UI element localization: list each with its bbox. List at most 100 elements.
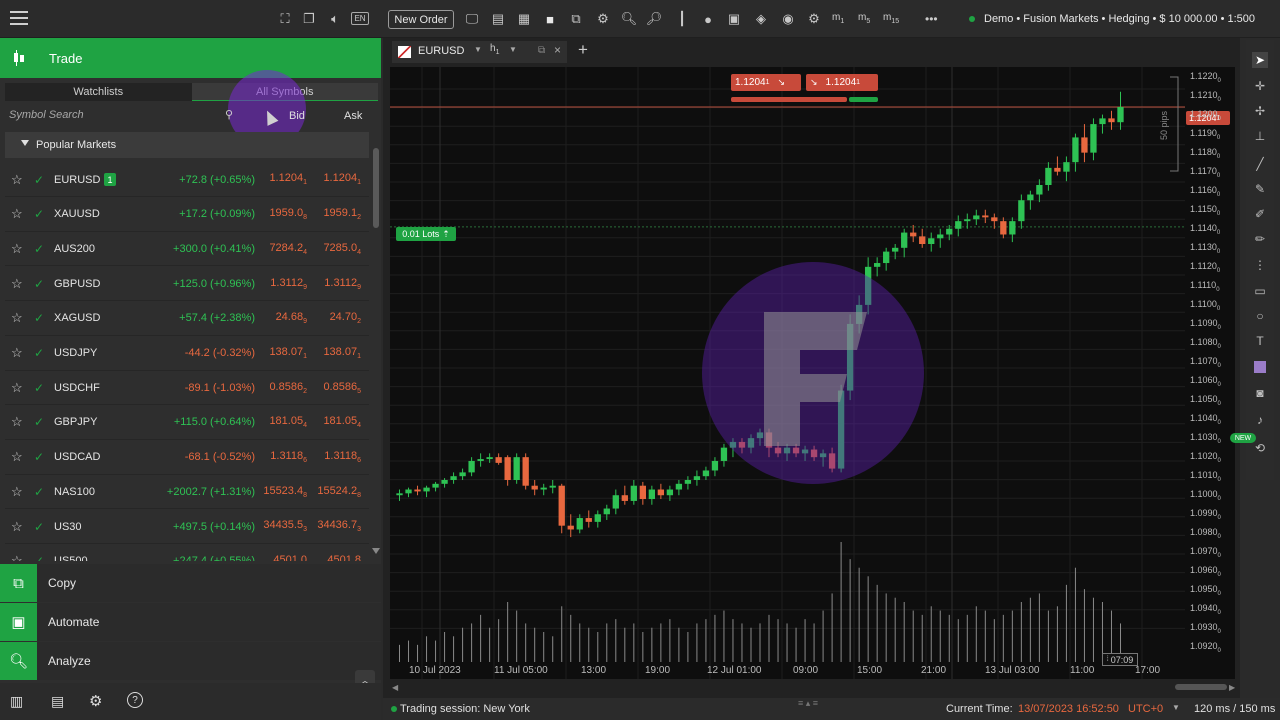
symbol-row[interactable]: ☆ ✓ XAGUSD +57.4 (+2.38%) 24.689 24.702 — [5, 302, 369, 336]
resize-handle-icon[interactable]: ≡ ▴ ≡ — [798, 698, 818, 709]
chart-scroll-right-icon[interactable]: ▶ — [1229, 683, 1235, 692]
copy-nav[interactable]: ⧉ Copy — [0, 564, 381, 602]
lots-label[interactable]: 0.01 Lots ⇡ — [396, 227, 456, 241]
chart-timeframe[interactable]: h1 — [490, 43, 499, 56]
favorite-star-icon[interactable]: ☆ — [11, 206, 23, 222]
favorite-star-icon[interactable]: ☆ — [11, 310, 23, 326]
search-icon[interactable]: ⚲ — [225, 108, 233, 121]
bid-price[interactable]: 1959.08 — [269, 207, 307, 221]
symbol-row[interactable]: ☆ ✓ GBPUSD +125.0 (+0.96%) 1.31129 1.31129 — [5, 267, 369, 302]
text-icon[interactable]: T — [1252, 333, 1268, 349]
zoom-in-icon[interactable]: 🔍︎ — [620, 10, 638, 28]
brush-icon[interactable]: ✎ — [1252, 181, 1268, 197]
automate-nav[interactable]: ▣ Automate — [0, 603, 381, 641]
circle-icon[interactable]: ○ — [1252, 308, 1268, 324]
ask-column-header[interactable]: Ask — [344, 110, 362, 122]
add-chart-tab-button[interactable]: + — [578, 40, 588, 60]
symbol-row[interactable]: ☆ ✓ GBPJPY +115.0 (+0.64%) 181.054 181.054 — [5, 406, 369, 440]
favorite-star-icon[interactable]: ☆ — [11, 449, 23, 465]
ask-price[interactable]: 1.12041 — [323, 172, 361, 186]
indicator-settings-icon[interactable]: ⚙︎ — [805, 10, 823, 28]
single-chart-icon[interactable]: ■ — [541, 10, 559, 28]
timeframe-m15[interactable]: m15 — [883, 12, 899, 25]
favorite-star-icon[interactable]: ☆ — [11, 172, 23, 188]
alert-bell-icon[interactable]: ♪ — [1252, 412, 1268, 428]
fullscreen-icon[interactable]: ⛶ — [276, 10, 294, 28]
symbol-list-scrollbar[interactable] — [373, 148, 379, 228]
favorite-star-icon[interactable]: ☆ — [11, 241, 23, 257]
chart-monitor-icon[interactable]: 🖵︎ — [463, 10, 481, 28]
symbol-row[interactable]: ☆ ✓ AUS200 +300.0 (+0.41%) 7284.24 7285.04 — [5, 232, 369, 267]
help-icon[interactable]: ? — [127, 692, 143, 708]
favorite-star-icon[interactable]: ☆ — [11, 414, 23, 430]
trend-line-icon[interactable]: ╱ — [1252, 156, 1268, 172]
symbol-row[interactable]: ☆ ✓ XAUUSD +17.2 (+0.09%) 1959.08 1959.12 — [5, 198, 369, 232]
symbol-dropdown-icon[interactable]: ▼ — [474, 45, 482, 54]
crosshair-icon[interactable]: ✛ — [1252, 78, 1268, 94]
candles-icon[interactable]: ┃ — [673, 10, 691, 28]
favorite-star-icon[interactable]: ☆ — [11, 276, 23, 292]
favorite-star-icon[interactable]: ☆ — [11, 553, 23, 561]
timeframe-m1[interactable]: m1 — [832, 12, 844, 25]
popular-markets-section[interactable]: Popular Markets — [5, 132, 369, 158]
window-icon[interactable]: ❐ — [300, 10, 318, 28]
symbol-row[interactable]: ☆ ✓ EURUSD 1 +72.8 (+0.65%) 1.12041 1.12041 — [5, 163, 369, 197]
bid-price[interactable]: 7284.24 — [269, 242, 307, 256]
wallet-icon[interactable]: ▤ — [51, 693, 64, 710]
bid-price[interactable]: 138.071 — [269, 346, 307, 360]
buy-button[interactable]: ↘ 1.1204 1 — [806, 74, 878, 91]
sell-button[interactable]: 1.1204 1 ↘ — [731, 74, 801, 91]
hamburger-menu-icon[interactable] — [10, 11, 28, 25]
favorite-star-icon[interactable]: ☆ — [11, 484, 23, 500]
trading-session[interactable]: Trading session: New York — [400, 703, 530, 715]
timezone-dropdown-icon[interactable]: ▼ — [1172, 703, 1180, 712]
detach-tab-icon[interactable]: ⧉ — [538, 45, 545, 56]
bid-price[interactable]: 181.054 — [269, 415, 307, 429]
ask-price[interactable]: 15524.28 — [317, 485, 361, 499]
ask-price[interactable]: 7285.04 — [323, 242, 361, 256]
symbol-search-input[interactable]: Symbol Search ⚲ — [5, 106, 243, 126]
scroll-down-arrow-icon[interactable] — [372, 548, 380, 554]
multi-chart-icon[interactable]: ▦ — [515, 10, 533, 28]
pattern-icon[interactable]: ✐ — [1252, 206, 1268, 222]
ask-price[interactable]: 4501.8 — [327, 554, 361, 561]
chart-tab[interactable]: EURUSD ▼ h1 ▼ ⧉ × — [392, 41, 567, 63]
symbol-row[interactable]: ☆ ✓ NAS100 +2002.7 (+1.31%) 15523.48 15524.28 — [5, 475, 369, 510]
trade-header[interactable]: Trade — [0, 38, 381, 78]
ask-price[interactable]: 1.31129 — [324, 277, 361, 291]
more-options-button[interactable]: ••• — [925, 12, 938, 26]
ask-price[interactable]: 34436.73 — [317, 519, 361, 533]
bid-column-header[interactable]: Bid — [289, 110, 305, 122]
language-button[interactable]: EN — [351, 12, 369, 25]
chart-settings-icon[interactable]: ⚙︎ — [594, 10, 612, 28]
tab-watchlists[interactable]: Watchlists — [5, 83, 192, 101]
bid-price[interactable]: 15523.48 — [263, 485, 307, 499]
channel-icon[interactable]: ⋮ — [1252, 257, 1268, 273]
chart-scrollbar[interactable] — [1175, 684, 1227, 690]
bid-price[interactable]: 1.31186 — [270, 450, 307, 464]
layout-icon[interactable]: ▤ — [489, 10, 507, 28]
fibonacci-icon[interactable]: ⊥ — [1252, 128, 1268, 144]
layers-icon[interactable]: ◈ — [752, 10, 770, 28]
rectangle-icon[interactable]: ▭ — [1252, 283, 1268, 299]
bid-price[interactable]: 1.12041 — [269, 172, 307, 186]
bid-price[interactable]: 1.31129 — [270, 277, 307, 291]
ask-price[interactable]: 181.054 — [323, 415, 361, 429]
store-icon[interactable]: ▥ — [10, 693, 23, 710]
ask-price[interactable]: 1.31186 — [324, 450, 361, 464]
camera-icon[interactable]: ◙ — [1252, 385, 1268, 401]
account-selector[interactable]: Demo • Fusion Markets • Hedging • $ 10 0… — [984, 13, 1255, 25]
timeframe-m5[interactable]: m5 — [858, 12, 870, 25]
color-swatch-icon[interactable] — [1252, 359, 1268, 375]
symbol-row[interactable]: ☆ ✓ US30 +497.5 (+0.14%) 34435.53 34436.73 — [5, 510, 369, 544]
eye-icon[interactable]: ◉ — [779, 10, 797, 28]
chart-scroll-left-icon[interactable]: ◀ — [392, 683, 398, 692]
ask-price[interactable]: 0.85865 — [323, 381, 361, 395]
favorite-star-icon[interactable]: ☆ — [11, 345, 23, 361]
replay-icon[interactable]: ⟲ — [1252, 440, 1268, 456]
symbol-row[interactable]: ☆ ✓ USDCAD -68.1 (-0.52%) 1.31186 1.31186 — [5, 441, 369, 475]
analyze-nav[interactable]: 🔍︎ Analyze — [0, 642, 381, 680]
close-tab-icon[interactable]: × — [554, 43, 561, 57]
bid-price[interactable]: 24.689 — [276, 311, 307, 325]
symbol-row[interactable]: ☆ ✓ US500 +247.4 (+0.55%) 4501.0 4501.8 — [5, 545, 369, 561]
